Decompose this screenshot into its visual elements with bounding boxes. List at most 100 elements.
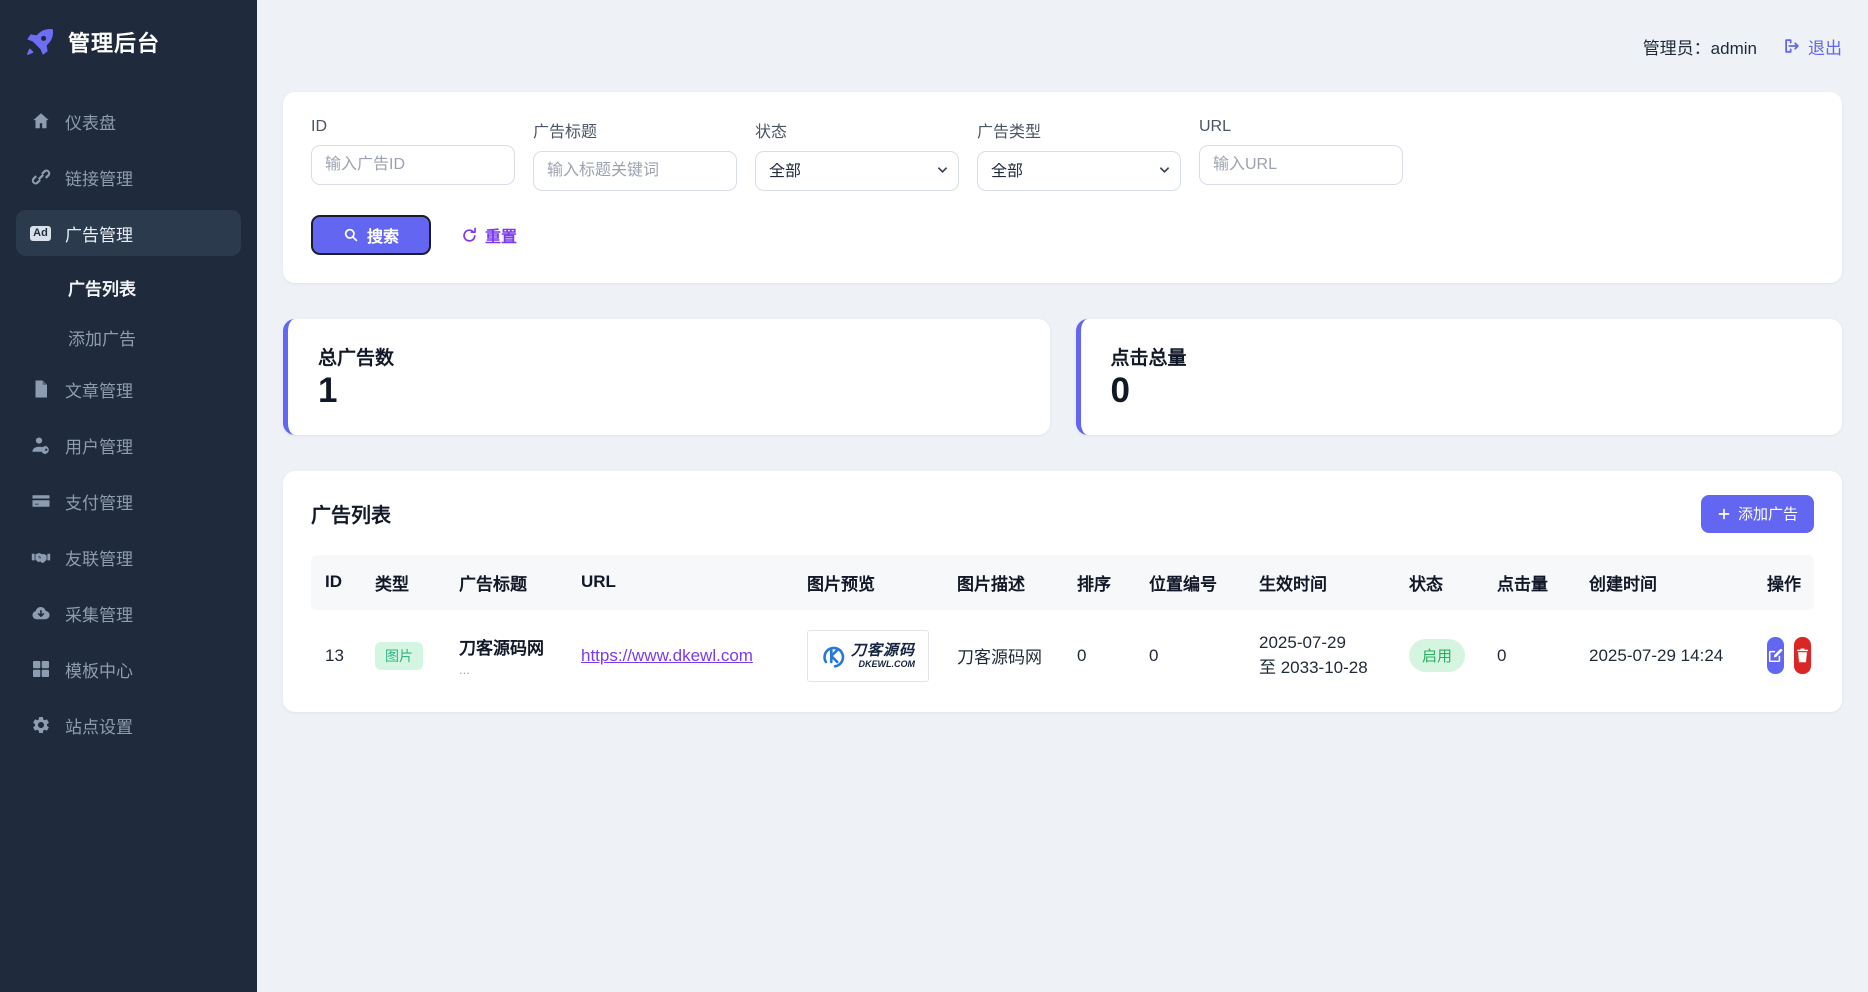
search-button[interactable]: 搜索 bbox=[311, 215, 431, 255]
search-icon bbox=[343, 227, 359, 243]
edit-button[interactable] bbox=[1767, 637, 1784, 674]
admin-label: 管理员：admin bbox=[1643, 34, 1757, 59]
logout-icon bbox=[1783, 37, 1801, 55]
logout-button[interactable]: 退出 bbox=[1783, 34, 1842, 59]
sidebar-item-users[interactable]: 用户管理 bbox=[16, 422, 241, 468]
sidebar-item-friend-links[interactable]: 友联管理 bbox=[16, 534, 241, 580]
main-content: 管理员：admin 退出 ID 广告标题 状态 全部 bbox=[257, 0, 1868, 992]
ad-type-select[interactable]: 全部 bbox=[977, 151, 1181, 191]
image-preview[interactable]: 刀客源码 DKEWL.COM bbox=[807, 630, 929, 682]
sidebar-item-label: 采集管理 bbox=[65, 601, 133, 626]
stat-label: 点击总量 bbox=[1111, 343, 1813, 370]
cloud-download-icon bbox=[30, 603, 51, 624]
sidebar-item-dashboard[interactable]: 仪表盘 bbox=[16, 98, 241, 144]
sidebar-item-templates[interactable]: 模板中心 bbox=[16, 646, 241, 692]
preview-brand-text: 刀客源码 bbox=[851, 643, 915, 658]
column-header: 点击量 bbox=[1487, 555, 1579, 610]
column-header: ID bbox=[311, 555, 365, 610]
sidebar-item-label: 站点设置 bbox=[65, 713, 133, 738]
user-gear-icon bbox=[30, 435, 51, 456]
link-icon bbox=[30, 167, 51, 188]
rocket-icon bbox=[24, 26, 56, 58]
add-ad-button-label: 添加广告 bbox=[1738, 503, 1798, 524]
type-badge: 图片 bbox=[375, 642, 423, 670]
sidebar-item-ads[interactable]: Ad 广告管理 bbox=[16, 210, 241, 256]
ad-title-input[interactable] bbox=[533, 151, 737, 191]
column-header: 状态 bbox=[1399, 555, 1487, 610]
sidebar-item-settings[interactable]: 站点设置 bbox=[16, 702, 241, 748]
cell-position: 0 bbox=[1139, 610, 1249, 702]
topbar: 管理员：admin 退出 bbox=[283, 0, 1842, 92]
filter-field-status: 状态 全部 bbox=[755, 118, 959, 191]
stats-row: 总广告数 1 点击总量 0 bbox=[283, 319, 1842, 435]
table-header-row: ID 类型 广告标题 URL 图片预览 图片描述 排序 位置编号 生效时间 状态… bbox=[311, 555, 1814, 610]
delete-button[interactable] bbox=[1794, 637, 1811, 674]
column-header: 创建时间 bbox=[1579, 555, 1757, 610]
table-row: 13 图片 刀客源码网 ... https://www.dkewl.com bbox=[311, 610, 1814, 702]
sidebar-item-label: 链接管理 bbox=[65, 165, 133, 190]
filter-label: 广告标题 bbox=[533, 118, 737, 142]
sidebar-subitem-add-ad[interactable]: 添加广告 bbox=[16, 316, 241, 358]
ad-icon: Ad bbox=[30, 223, 51, 244]
sidebar-item-label: 用户管理 bbox=[65, 433, 133, 458]
sidebar-item-collection[interactable]: 采集管理 bbox=[16, 590, 241, 636]
filter-label: 状态 bbox=[755, 118, 959, 142]
gear-icon bbox=[30, 715, 51, 736]
reset-button[interactable]: 重置 bbox=[461, 223, 517, 247]
cell-ad-title: 刀客源码网 bbox=[459, 634, 561, 659]
cell-description: 刀客源码网 bbox=[947, 610, 1067, 702]
column-header: 操作 bbox=[1757, 555, 1814, 610]
cell-effective-to: 至 2033-10-28 bbox=[1259, 656, 1389, 681]
trash-icon bbox=[1794, 647, 1811, 664]
column-header: 广告标题 bbox=[449, 555, 571, 610]
stat-value: 1 bbox=[318, 372, 1020, 411]
filter-panel: ID 广告标题 状态 全部 广告类型 全部 bbox=[283, 92, 1842, 283]
add-ad-button[interactable]: 添加广告 bbox=[1701, 495, 1814, 533]
file-icon bbox=[30, 379, 51, 400]
column-header: 图片预览 bbox=[797, 555, 947, 610]
filter-label: URL bbox=[1199, 118, 1403, 136]
sidebar-item-label: 支付管理 bbox=[65, 489, 133, 514]
sidebar-item-links[interactable]: 链接管理 bbox=[16, 154, 241, 200]
table-title: 广告列表 bbox=[311, 499, 391, 528]
cell-id: 13 bbox=[311, 610, 365, 702]
sidebar-item-label: 仪表盘 bbox=[65, 109, 116, 134]
plus-icon bbox=[1717, 507, 1731, 521]
reset-button-label: 重置 bbox=[485, 223, 517, 247]
sidebar-item-label: 友联管理 bbox=[65, 545, 133, 570]
ad-url-link[interactable]: https://www.dkewl.com bbox=[581, 646, 753, 665]
home-icon bbox=[30, 111, 51, 132]
handshake-icon bbox=[30, 547, 51, 568]
cell-ad-title-sub: ... bbox=[459, 662, 561, 677]
sidebar-subitem-ad-list[interactable]: 广告列表 bbox=[16, 266, 241, 308]
ad-id-input[interactable] bbox=[311, 145, 515, 185]
column-header: 图片描述 bbox=[947, 555, 1067, 610]
sidebar-item-articles[interactable]: 文章管理 bbox=[16, 366, 241, 412]
sidebar-item-label: 模板中心 bbox=[65, 657, 133, 682]
url-input[interactable] bbox=[1199, 145, 1403, 185]
app-logo: 管理后台 bbox=[16, 26, 241, 58]
status-select[interactable]: 全部 bbox=[755, 151, 959, 191]
cell-created: 2025-07-29 14:24 bbox=[1579, 610, 1757, 702]
sidebar-item-payments[interactable]: 支付管理 bbox=[16, 478, 241, 524]
filter-label: 广告类型 bbox=[977, 118, 1181, 142]
stat-card-total-clicks: 点击总量 0 bbox=[1076, 319, 1843, 435]
column-header: 类型 bbox=[365, 555, 449, 610]
preview-domain-text: DKEWL.COM bbox=[859, 660, 916, 669]
logout-label: 退出 bbox=[1808, 34, 1842, 59]
cell-sort: 0 bbox=[1067, 610, 1139, 702]
stat-value: 0 bbox=[1111, 372, 1813, 411]
dkewl-logo-icon bbox=[821, 643, 847, 669]
sidebar-subitem-label: 广告列表 bbox=[68, 275, 136, 300]
column-header: 生效时间 bbox=[1249, 555, 1399, 610]
edit-icon bbox=[1767, 647, 1784, 664]
ad-table: ID 类型 广告标题 URL 图片预览 图片描述 排序 位置编号 生效时间 状态… bbox=[311, 555, 1814, 702]
column-header: URL bbox=[571, 555, 797, 610]
cell-clicks: 0 bbox=[1487, 610, 1579, 702]
grid-icon bbox=[30, 659, 51, 680]
credit-card-icon bbox=[30, 491, 51, 512]
sidebar-subitem-label: 添加广告 bbox=[68, 325, 136, 350]
filter-field-url: URL bbox=[1199, 118, 1403, 191]
sidebar-item-label: 广告管理 bbox=[65, 221, 133, 246]
refresh-icon bbox=[461, 227, 478, 244]
